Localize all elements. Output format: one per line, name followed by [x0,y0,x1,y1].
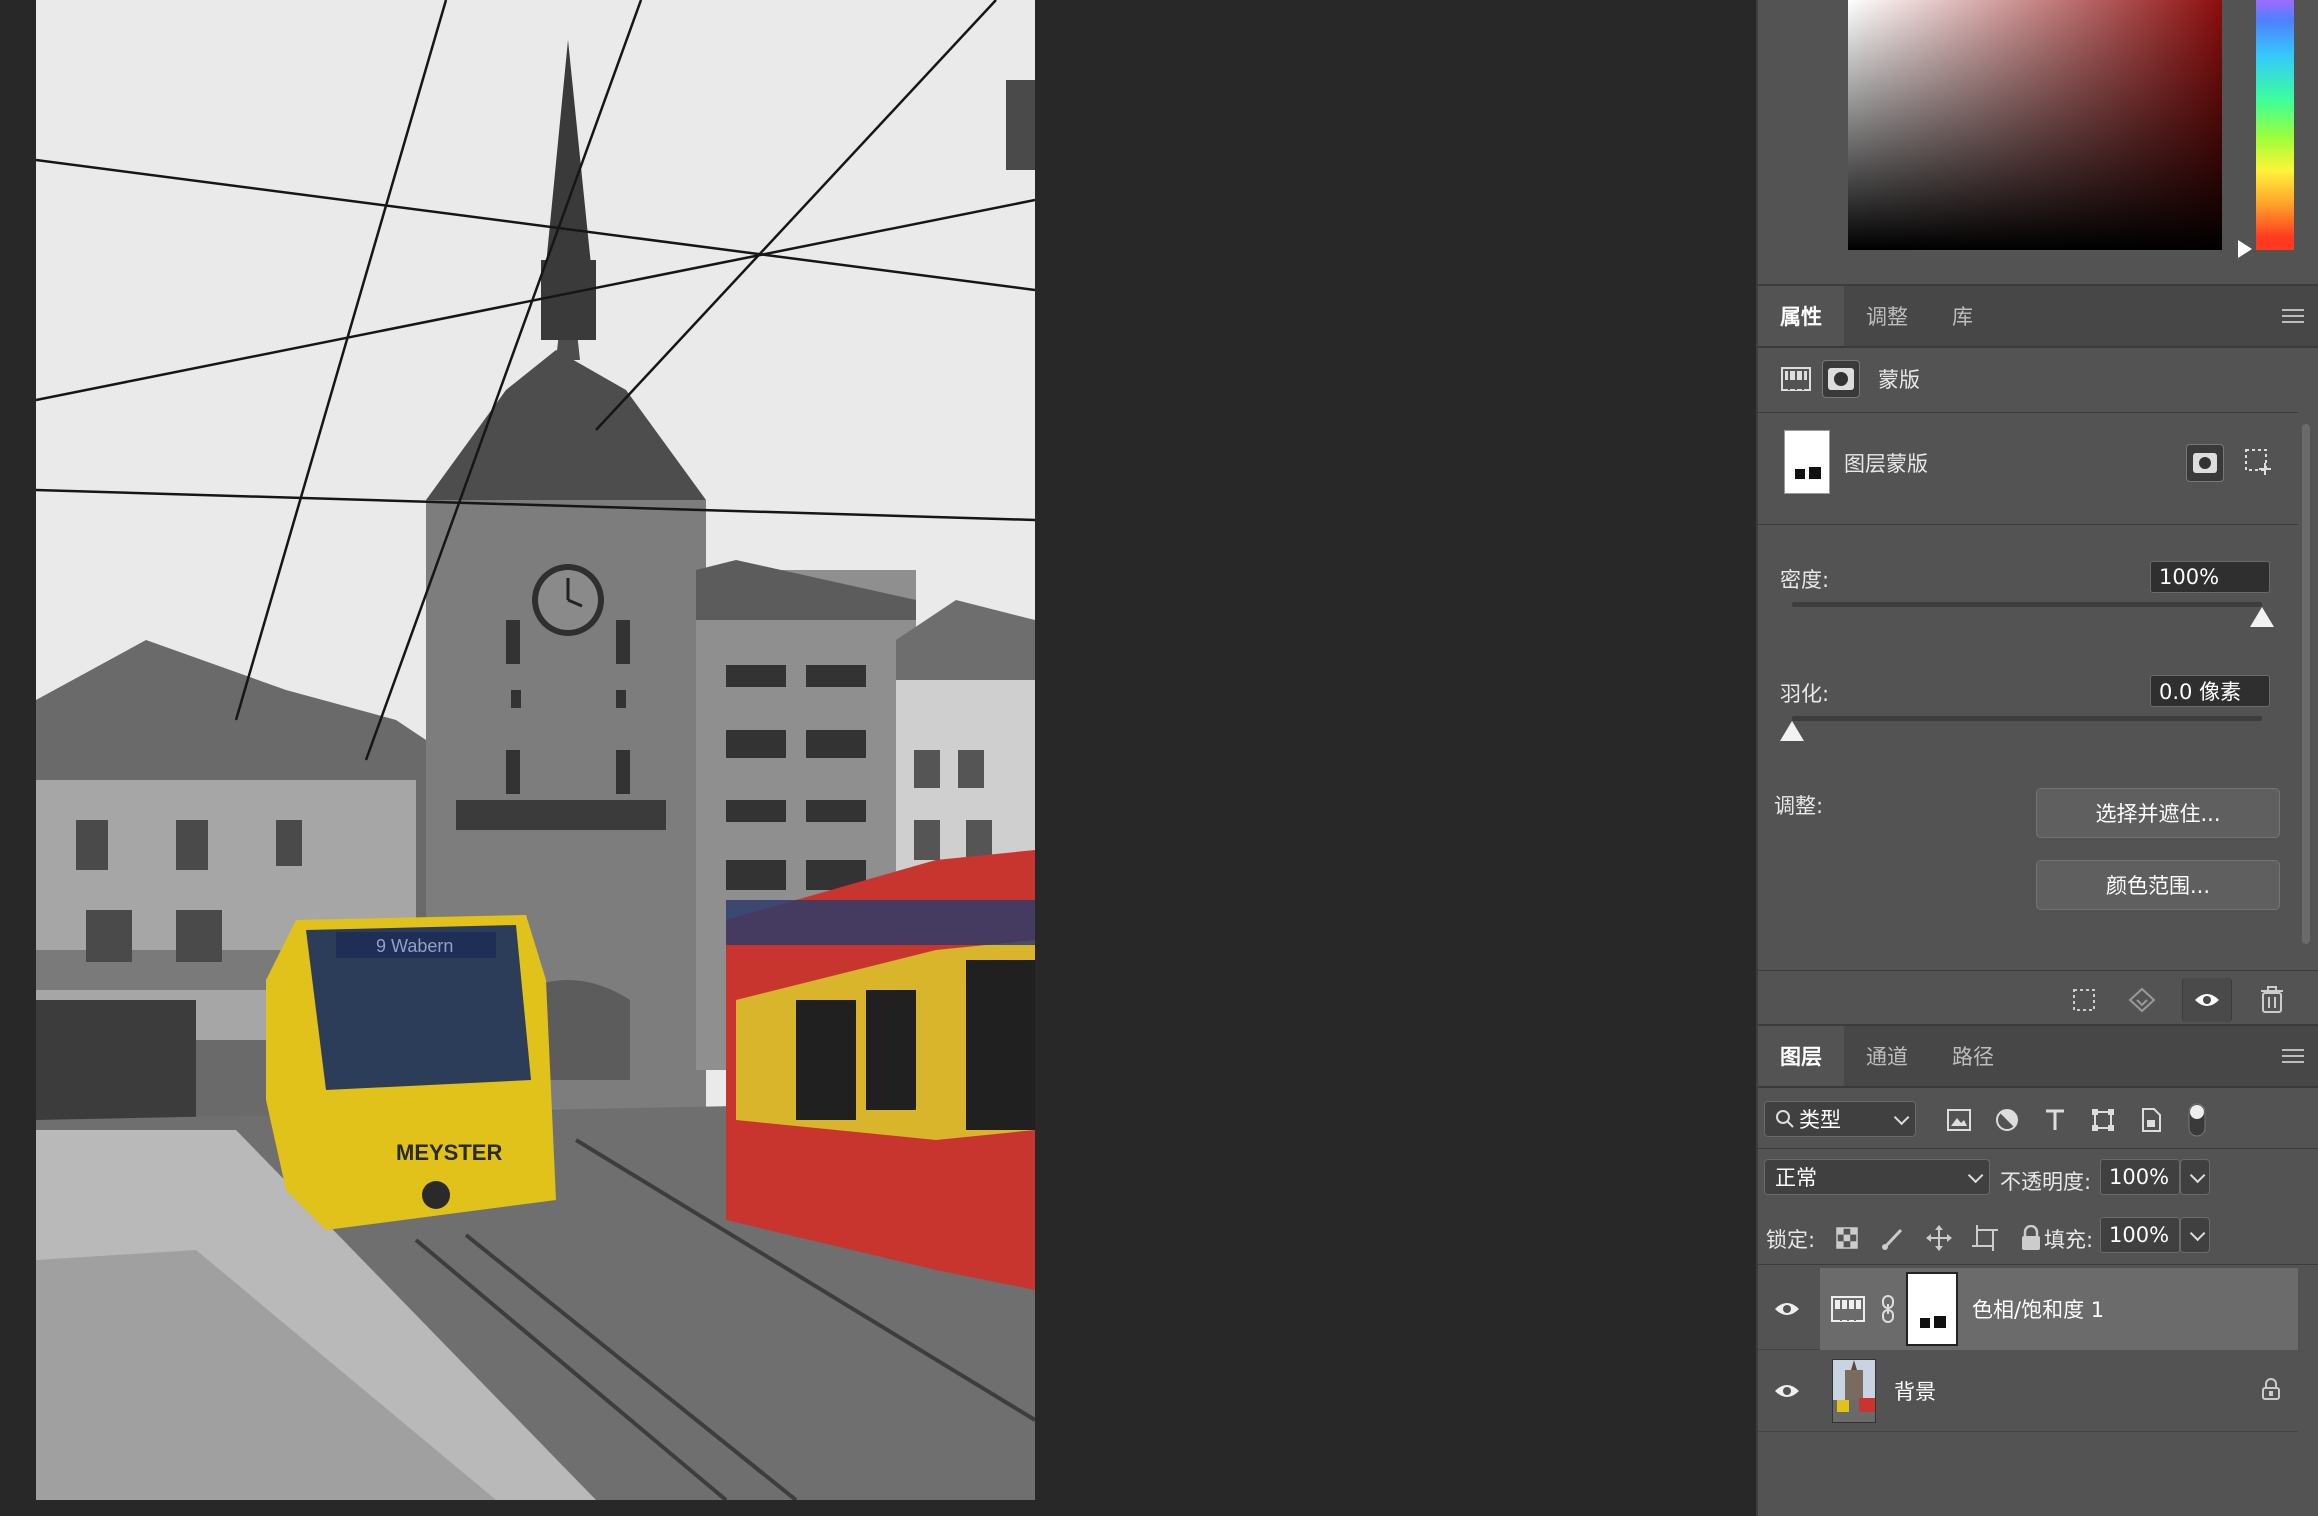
select-and-mask-button[interactable]: 选择并遮住... [2036,788,2280,838]
filter-smart-objects-icon[interactable] [2134,1102,2168,1138]
opacity-dropdown-arrow[interactable] [2180,1159,2210,1195]
document-image[interactable]: 9 Wabern MEYSTER [36,0,1035,1500]
tram-brand-text: MEYSTER [396,1140,502,1165]
tab-properties[interactable]: 属性 [1758,286,1844,346]
filter-kind-label: 类型 [1799,1108,1841,1132]
layer-filter-kind-dropdown[interactable]: 类型 [1764,1101,1916,1137]
layer-name[interactable]: 背景 [1894,1376,1936,1406]
layer-row-background[interactable]: 背景 [1758,1350,2298,1432]
select-mask-button[interactable] [2186,444,2224,482]
lock-all-icon[interactable] [2016,1220,2046,1256]
properties-scrollbar[interactable] [2302,424,2310,944]
fill-label: 填充: [2044,1228,2094,1252]
tab-layers[interactable]: 图层 [1758,1026,1844,1086]
layer-mask-thumbnail-small[interactable] [1906,1272,1958,1346]
feather-slider-thumb[interactable] [1780,721,1804,741]
filter-shape-layers-icon[interactable] [2086,1102,2120,1138]
color-picker-field[interactable] [1848,0,2222,250]
canvas-area[interactable]: 9 Wabern MEYSTER [0,0,1756,1516]
density-slider-thumb[interactable] [2250,607,2274,627]
mask-link-chain-icon[interactable] [1876,1295,1900,1323]
panel-menu-icon[interactable] [2282,286,2318,346]
filter-toggle-icon[interactable] [2182,1102,2212,1138]
feather-slider-track[interactable] [1792,716,2262,721]
tab-libraries[interactable]: 库 [1930,286,1995,346]
tab-adjustments[interactable]: 调整 [1844,286,1930,346]
pixel-mask-icon[interactable] [1778,361,1814,397]
lock-image-pixels-icon[interactable] [1878,1220,1908,1256]
tram-destination-text: 9 Wabern [376,936,453,956]
density-slider-track[interactable] [1792,602,2262,607]
lock-artboard-icon[interactable] [1970,1220,2000,1256]
fill-input[interactable]: 100% [2100,1217,2180,1253]
feather-label: 羽化: [1780,682,1830,706]
feather-input[interactable]: 0.0 像素 [2150,675,2270,707]
lock-transparent-pixels-icon[interactable] [1832,1220,1862,1256]
tab-paths[interactable]: 路径 [1930,1026,2016,1086]
hue-slider-marker[interactable] [2238,240,2252,258]
background-layer-thumbnail[interactable] [1832,1358,1876,1423]
tab-channels[interactable]: 通道 [1844,1026,1930,1086]
properties-tabbar: 属性 调整 库 [1758,286,2318,348]
filter-adjustment-layers-icon[interactable] [1990,1102,2024,1138]
filter-type-layers-icon[interactable] [2038,1102,2072,1138]
layer-mask-label: 图层蒙版 [1844,452,1928,476]
blend-mode-dropdown[interactable]: 正常 [1764,1159,1990,1195]
photo-artwork: 9 Wabern MEYSTER [36,0,1035,1500]
mask-section-label: 蒙版 [1878,368,1920,392]
load-selection-icon[interactable] [2066,982,2102,1018]
opacity-label: 不透明度: [2000,1170,2092,1194]
layers-tabbar: 图层 通道 路径 [1758,1026,2318,1088]
add-vector-mask-icon[interactable] [2240,444,2276,480]
density-label: 密度: [1780,568,1830,592]
layer-visibility-eye-icon[interactable] [1758,1300,1816,1318]
blend-mode-value: 正常 [1775,1166,1817,1190]
fill-dropdown-arrow[interactable] [2180,1217,2210,1253]
layer-name[interactable]: 色相/饱和度 1 [1972,1294,2104,1324]
search-icon [1776,1110,1794,1128]
layer-row-hue-saturation[interactable]: 色相/饱和度 1 [1758,1268,2298,1350]
opacity-input[interactable]: 100% [2100,1159,2180,1195]
layer-lock-icon[interactable] [2262,1377,2280,1404]
layers-list: 色相/饱和度 1 背景 [1758,1268,2298,1432]
mask-icon[interactable] [1822,360,1860,398]
layer-visibility-eye-icon[interactable] [1758,1382,1816,1400]
filter-pixel-layers-icon[interactable] [1942,1102,1976,1138]
toggle-mask-eye-icon[interactable] [2182,978,2232,1022]
lock-label: 锁定: [1766,1228,1816,1252]
density-input[interactable]: 100% [2150,561,2270,593]
hue-saturation-adjustment-icon [1820,1296,1876,1322]
delete-mask-icon[interactable] [2254,982,2290,1018]
hue-slider-strip[interactable] [2256,0,2294,250]
layer-mask-thumbnail[interactable] [1784,430,1830,494]
refine-label: 调整: [1774,794,1824,818]
layers-panel-menu-icon[interactable] [2282,1026,2318,1086]
apply-mask-icon[interactable] [2124,982,2160,1018]
lock-position-icon[interactable] [1924,1220,1954,1256]
color-range-button[interactable]: 颜色范围... [2036,860,2280,910]
